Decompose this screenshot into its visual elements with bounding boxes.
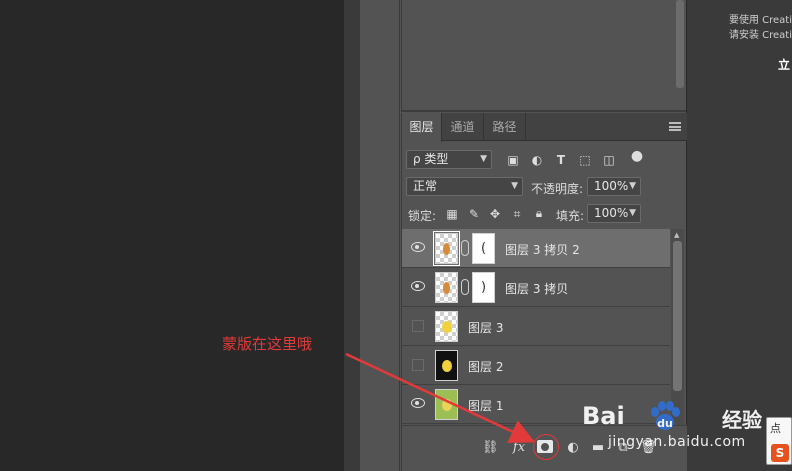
filter-toggle-icon[interactable]: ●: [630, 149, 644, 163]
chevron-down-icon: ▼: [480, 154, 487, 164]
layer-thumbnail[interactable]: [433, 231, 460, 266]
lock-fill-row: 锁定: ▦ ✎ ✥ ⌗ 🔒︎ 填充: 100% ▼: [402, 203, 687, 225]
lock-label: 锁定:: [408, 209, 437, 223]
lock-all-icon[interactable]: 🔒︎: [532, 206, 546, 220]
blend-opacity-row: 正常 ▼ 不透明度: 100% ▼: [402, 176, 687, 198]
lock-paint-icon[interactable]: ✎: [467, 207, 481, 221]
layer-thumbnail[interactable]: [435, 350, 458, 381]
filter-kind-label: ρ 类型: [413, 152, 449, 166]
layer-thumbnail[interactable]: [435, 389, 458, 420]
filter-shape-icon[interactable]: ⬚: [578, 153, 592, 167]
upper-panel: [401, 0, 687, 112]
layer-list: ( 图层 3 拷贝 2 ) 图层 3 拷贝 图层 3 图层 2 图层 1: [402, 229, 687, 425]
filter-kind-select[interactable]: ρ 类型 ▼: [406, 150, 492, 169]
baidu-paw-icon: du: [651, 401, 680, 430]
lock-artboard-icon[interactable]: ⌗: [510, 207, 524, 221]
document-canvas[interactable]: [0, 0, 344, 471]
panel-dock-gap: [360, 0, 400, 471]
layer-mask-thumbnail[interactable]: ): [472, 272, 495, 303]
fill-value: 100%: [594, 206, 629, 220]
layer-name[interactable]: 图层 3 拷贝 2: [505, 241, 580, 258]
eye-icon[interactable]: [411, 242, 425, 252]
svg-text:du: du: [657, 417, 673, 430]
eye-icon[interactable]: [411, 281, 425, 291]
cc-action-button[interactable]: 立: [778, 56, 790, 73]
watermark-url: jingyan.baidu.com: [608, 434, 746, 450]
layer-art-mark: [442, 399, 452, 411]
watermark-brand-left: Bai: [582, 402, 625, 430]
layer-row[interactable]: ) 图层 3 拷贝: [402, 268, 670, 307]
link-layers-icon[interactable]: ⛓: [482, 440, 499, 456]
opacity-label: 不透明度:: [531, 182, 584, 196]
layer-row[interactable]: ( 图层 3 拷贝 2: [402, 229, 670, 268]
layer-art-mark: [442, 321, 452, 333]
panel-divider[interactable]: [402, 110, 687, 112]
adjustment-layer-icon[interactable]: ◐: [565, 440, 581, 456]
opacity-input[interactable]: 100% ▼: [587, 177, 641, 196]
chevron-down-icon: ▼: [629, 181, 636, 191]
canvas-scroll-gutter: [344, 0, 360, 471]
upper-panel-scrollbar[interactable]: [676, 0, 684, 88]
filter-adjustment-icon[interactable]: ◐: [530, 153, 544, 167]
layer-row[interactable]: 图层 2: [402, 346, 670, 385]
chevron-down-icon: ▼: [511, 181, 518, 191]
layer-art-mark: [443, 282, 450, 294]
visibility-toggle-off[interactable]: [412, 359, 424, 371]
filter-type-icon[interactable]: T: [554, 153, 568, 167]
opacity-value: 100%: [594, 179, 629, 193]
highlight-circle: [533, 434, 559, 460]
baidu-watermark: Bai du 经验 jingyan.baidu.com: [582, 400, 782, 460]
fill-label: 填充:: [556, 209, 585, 223]
filter-pixel-icon[interactable]: ▣: [506, 153, 520, 167]
layer-style-fx-icon[interactable]: fx: [510, 440, 528, 456]
watermark-brand-cn: 经验: [722, 408, 762, 432]
layer-art-mark: [442, 360, 452, 372]
layer-row[interactable]: 图层 3: [402, 307, 670, 346]
layer-thumbnail[interactable]: [435, 272, 458, 303]
blend-mode-select[interactable]: 正常 ▼: [406, 177, 523, 196]
cc-message-line-1: 要使用 Creati: [728, 15, 792, 26]
lock-transparent-icon[interactable]: ▦: [445, 207, 459, 221]
scrollbar-thumb[interactable]: [673, 241, 682, 391]
layer-name[interactable]: 图层 1: [468, 397, 503, 414]
lock-position-icon[interactable]: ✥: [488, 207, 502, 221]
filter-smart-object-icon[interactable]: ◫: [602, 153, 616, 167]
visibility-toggle-off[interactable]: [412, 320, 424, 332]
layer-name[interactable]: 图层 2: [468, 358, 503, 375]
annotation-label: 蒙版在这里哦: [222, 335, 313, 353]
scroll-up-icon[interactable]: ▲: [674, 231, 679, 239]
layer-art-mark: [443, 243, 450, 255]
layers-tab-bar: 图层 通道 路径: [402, 113, 687, 142]
eye-icon[interactable]: [411, 398, 425, 408]
tab-channels[interactable]: 通道: [442, 113, 484, 141]
cc-message-line-2: 请安装 Creati: [728, 30, 792, 41]
panel-menu-icon[interactable]: [669, 122, 681, 131]
chevron-down-icon: ▼: [629, 208, 636, 218]
link-chain-icon[interactable]: [461, 279, 469, 295]
tab-paths[interactable]: 路径: [484, 113, 526, 141]
tab-layers[interactable]: 图层: [402, 113, 442, 142]
layer-name[interactable]: 图层 3: [468, 319, 503, 336]
layer-name[interactable]: 图层 3 拷贝: [505, 280, 568, 297]
layer-filter-row: ρ 类型 ▼ ▣ ◐ T ⬚ ◫ ●: [402, 149, 687, 171]
blend-mode-value: 正常: [413, 179, 438, 193]
layer-mask-thumbnail[interactable]: (: [472, 233, 495, 264]
layer-list-scrollbar[interactable]: ▲: [671, 229, 684, 425]
layer-thumbnail[interactable]: [435, 311, 458, 342]
link-chain-icon[interactable]: [461, 240, 469, 256]
fill-input[interactable]: 100% ▼: [587, 204, 641, 223]
